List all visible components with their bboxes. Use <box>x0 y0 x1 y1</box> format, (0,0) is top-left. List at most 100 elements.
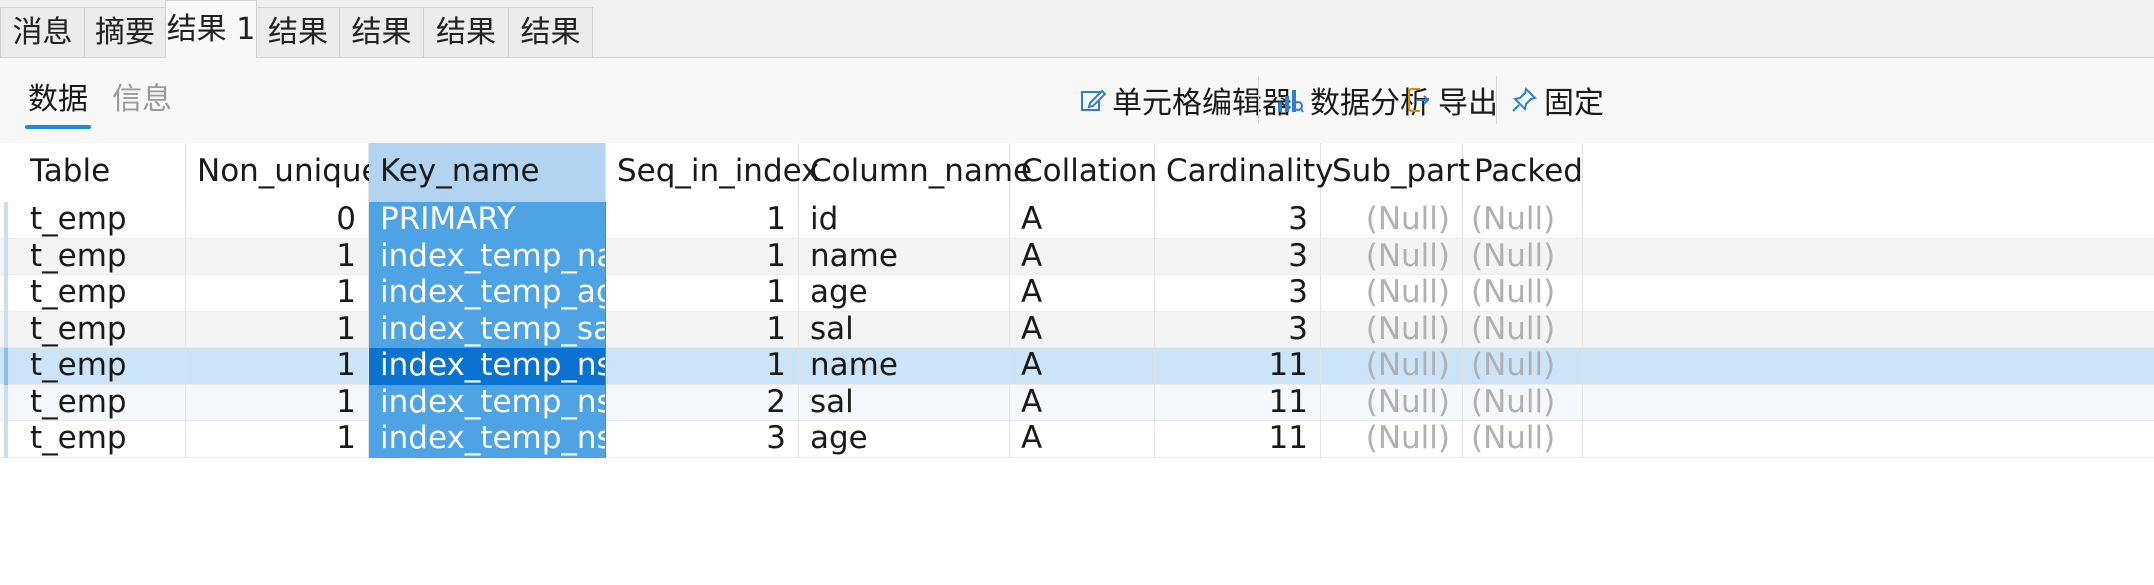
cell-cardinality[interactable]: 3 <box>1155 311 1321 348</box>
cell-packed[interactable]: (Null) <box>1463 275 1583 312</box>
toolbar-divider <box>1258 76 1259 124</box>
cell-column-name[interactable]: age <box>799 421 1010 458</box>
table-row[interactable]: t_emp1index_temp_nsa2salA11(Null)(Null) <box>0 384 2154 421</box>
cell-collation[interactable]: A <box>1010 384 1155 421</box>
cell-seq-in-index[interactable]: 1 <box>606 348 799 385</box>
table-row[interactable]: t_emp1index_temp_nsa1nameA11(Null)(Null) <box>0 348 2154 385</box>
cell-sub-part[interactable]: (Null) <box>1321 238 1463 275</box>
row-indicator <box>4 238 8 275</box>
column-header-column-name[interactable]: Column_name <box>799 143 1032 202</box>
cell-sub-part[interactable]: (Null) <box>1321 311 1463 348</box>
column-header-sub-part[interactable]: Sub_part <box>1321 143 1470 202</box>
tab-summary[interactable]: 摘要 <box>84 7 166 57</box>
cell-non-unique[interactable]: 1 <box>186 275 369 312</box>
cell-non-unique[interactable]: 1 <box>186 238 369 275</box>
cell-non-unique[interactable]: 1 <box>186 348 369 385</box>
tab-result-2[interactable]: 结果 2 <box>256 7 340 100</box>
tab-messages[interactable]: 消息 <box>0 7 85 57</box>
cell-column-name[interactable]: name <box>799 238 1010 275</box>
cell-cardinality[interactable]: 3 <box>1155 202 1321 239</box>
cell-packed[interactable]: (Null) <box>1463 238 1583 275</box>
cell-column-name[interactable]: id <box>799 202 1010 239</box>
cell-seq-in-index[interactable]: 1 <box>606 202 799 239</box>
cell-sub-part[interactable]: (Null) <box>1321 275 1463 312</box>
column-header-non-unique[interactable]: Non_unique <box>186 143 381 202</box>
cell-table[interactable]: t_emp <box>19 311 186 348</box>
cell-packed[interactable]: (Null) <box>1463 348 1583 385</box>
cell-sub-part[interactable]: (Null) <box>1321 421 1463 458</box>
cell-column-name[interactable]: sal <box>799 311 1010 348</box>
cell-sub-part[interactable]: (Null) <box>1321 348 1463 385</box>
cell-non-unique[interactable]: 1 <box>186 421 369 458</box>
cell-collation[interactable]: A <box>1010 311 1155 348</box>
cell-cardinality[interactable]: 11 <box>1155 421 1321 458</box>
cell-table[interactable]: t_emp <box>19 348 186 385</box>
cell-key-name[interactable]: index_temp_nsa <box>369 384 606 421</box>
cell-table[interactable]: t_emp <box>19 421 186 458</box>
cell-key-name[interactable]: index_temp_age <box>369 275 606 312</box>
subtab-data[interactable]: 数据 <box>25 80 91 129</box>
pin-button[interactable]: 固定 <box>1510 80 1604 121</box>
cell-table[interactable]: t_emp <box>19 275 186 312</box>
cell-non-unique[interactable]: 1 <box>186 384 369 421</box>
cell-cardinality[interactable]: 11 <box>1155 348 1321 385</box>
table-row[interactable]: t_emp1index_temp_age1ageA3(Null)(Null) <box>0 275 2154 312</box>
cell-seq-in-index[interactable]: 1 <box>606 275 799 312</box>
row-indicator <box>4 311 8 348</box>
tab-result-3[interactable]: 结果 3 <box>339 7 424 100</box>
cell-collation[interactable]: A <box>1010 421 1155 458</box>
cell-packed[interactable]: (Null) <box>1463 202 1583 239</box>
table-row[interactable]: t_emp 0 PRIMARY 1 id A 3 (Null) (Null) <box>0 202 2154 239</box>
cell-key-name[interactable]: index_temp_name <box>369 238 606 275</box>
cell-packed[interactable]: (Null) <box>1463 311 1583 348</box>
cell-non-unique[interactable]: 1 <box>186 311 369 348</box>
tab-result-1[interactable]: 结果 1 <box>165 0 257 58</box>
subtab-info[interactable]: 信息 <box>112 80 172 120</box>
cell-collation[interactable]: A <box>1010 202 1155 239</box>
cell-cardinality[interactable]: 11 <box>1155 384 1321 421</box>
cell-cardinality[interactable]: 3 <box>1155 238 1321 275</box>
result-grid[interactable]: Table Non_unique Key_name Seq_in_index C… <box>0 143 2154 585</box>
table-row[interactable]: t_emp 1 index_temp_sal 1 sal A 3 (Null) (Null) <box>0 311 2154 348</box>
pin-icon <box>1512 87 1537 112</box>
table-row[interactable]: t_emp1index_temp_nsa3ageA11(Null)(Null) <box>0 421 2154 458</box>
cell-cardinality[interactable]: 3 <box>1155 275 1321 312</box>
column-header-key-name[interactable]: Key_name <box>369 143 606 202</box>
cell-packed[interactable]: (Null) <box>1463 421 1583 458</box>
cell-key-name[interactable]: PRIMARY <box>369 202 606 239</box>
cell-non-unique[interactable]: 0 <box>186 202 369 239</box>
cell-seq-in-index[interactable]: 3 <box>606 421 799 458</box>
cell-column-name[interactable]: name <box>799 348 1010 385</box>
row-indicator <box>4 202 8 239</box>
tab-result-4[interactable]: 结果 4 <box>423 7 509 100</box>
cell-column-name[interactable]: sal <box>799 384 1010 421</box>
cell-collation[interactable]: A <box>1010 275 1155 312</box>
cell-seq-in-index[interactable]: 1 <box>606 311 799 348</box>
result-tab-strip: 消息 摘要 结果 1 结果 2 结果 3 结果 4 结果 5 <box>0 0 2154 100</box>
cell-table[interactable]: t_emp <box>19 238 186 275</box>
cell-table[interactable]: t_emp <box>19 384 186 421</box>
cell-collation[interactable]: A <box>1010 238 1155 275</box>
cell-sub-part[interactable]: (Null) <box>1321 202 1463 239</box>
cell-seq-in-index[interactable]: 1 <box>606 238 799 275</box>
cell-packed[interactable]: (Null) <box>1463 384 1583 421</box>
export-button[interactable]: 导出 <box>1406 80 1498 121</box>
cell-seq-in-index[interactable]: 2 <box>606 384 799 421</box>
column-header-table[interactable]: Table <box>19 143 186 202</box>
cell-key-name[interactable]: index_temp_sal <box>369 311 606 348</box>
row-indicator <box>4 384 8 421</box>
cell-key-name[interactable]: index_temp_nsa <box>369 348 606 385</box>
cell-column-name[interactable]: age <box>799 275 1010 312</box>
cell-sub-part[interactable]: (Null) <box>1321 384 1463 421</box>
column-header-collation[interactable]: Collation <box>1010 143 1157 202</box>
cell-key-name[interactable]: index_temp_nsa <box>369 421 606 458</box>
cell-collation[interactable]: A <box>1010 348 1155 385</box>
tab-result-5[interactable]: 结果 5 <box>508 7 593 100</box>
column-header-packed[interactable]: Packed <box>1463 143 1583 202</box>
grid-header: Table Non_unique Key_name Seq_in_index C… <box>0 143 2154 203</box>
cell-table[interactable]: t_emp <box>19 202 186 239</box>
table-row[interactable]: t_emp1index_temp_name1nameA3(Null)(Null) <box>0 238 2154 275</box>
cell-editor-button[interactable]: 单元格编辑器 <box>1080 80 1292 121</box>
column-header-seq-in-index[interactable]: Seq_in_index <box>606 143 820 202</box>
column-header-cardinality[interactable]: Cardinality <box>1155 143 1334 202</box>
